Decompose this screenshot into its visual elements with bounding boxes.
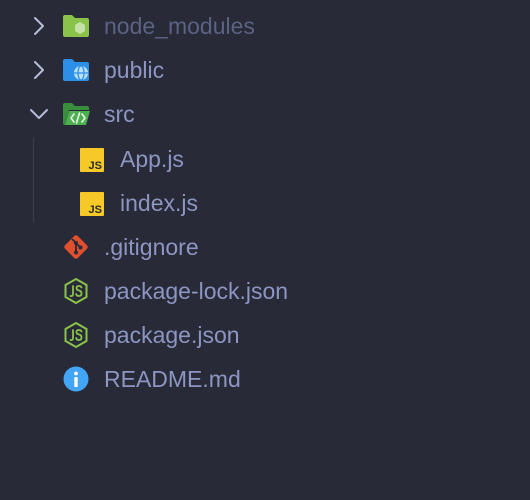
js-badge-text: JS bbox=[89, 160, 102, 172]
folder-row-public[interactable]: public bbox=[0, 48, 530, 92]
javascript-file-icon: JS bbox=[80, 148, 104, 172]
folder-row-node-modules[interactable]: node_modules bbox=[0, 4, 530, 48]
git-icon bbox=[64, 235, 88, 259]
js-badge-text: JS bbox=[89, 204, 102, 216]
file-row-index-js[interactable]: JS index.js bbox=[0, 181, 530, 225]
file-row-package-json[interactable]: package.json bbox=[0, 313, 530, 357]
folder-node-icon bbox=[63, 15, 89, 37]
file-label: package-lock.json bbox=[104, 278, 289, 304]
nodejs-icon bbox=[64, 321, 88, 349]
javascript-file-icon: JS bbox=[80, 192, 104, 216]
nodejs-icon bbox=[64, 277, 88, 305]
chevron-right-icon[interactable] bbox=[28, 59, 50, 81]
chevron-down-icon[interactable] bbox=[28, 103, 50, 125]
chevron-right-icon[interactable] bbox=[28, 15, 50, 37]
folder-label: public bbox=[104, 57, 165, 83]
file-label: README.md bbox=[104, 366, 241, 392]
info-icon bbox=[63, 366, 89, 392]
file-explorer-tree: node_modules public src JS App.js JS ind… bbox=[0, 0, 530, 500]
file-row-readme-md[interactable]: README.md bbox=[0, 357, 530, 401]
folder-label: node_modules bbox=[104, 13, 255, 39]
folder-src-open-icon bbox=[63, 103, 90, 125]
file-label: index.js bbox=[120, 190, 198, 216]
file-label: App.js bbox=[120, 146, 184, 172]
folder-public-icon bbox=[63, 59, 89, 81]
folder-label: src bbox=[104, 101, 135, 127]
file-row-package-lock-json[interactable]: package-lock.json bbox=[0, 269, 530, 313]
file-row-app-js[interactable]: JS App.js bbox=[0, 137, 530, 181]
file-row-gitignore[interactable]: .gitignore bbox=[0, 225, 530, 269]
folder-row-src[interactable]: src bbox=[0, 92, 530, 136]
file-label: .gitignore bbox=[104, 234, 199, 260]
file-label: package.json bbox=[104, 322, 240, 348]
